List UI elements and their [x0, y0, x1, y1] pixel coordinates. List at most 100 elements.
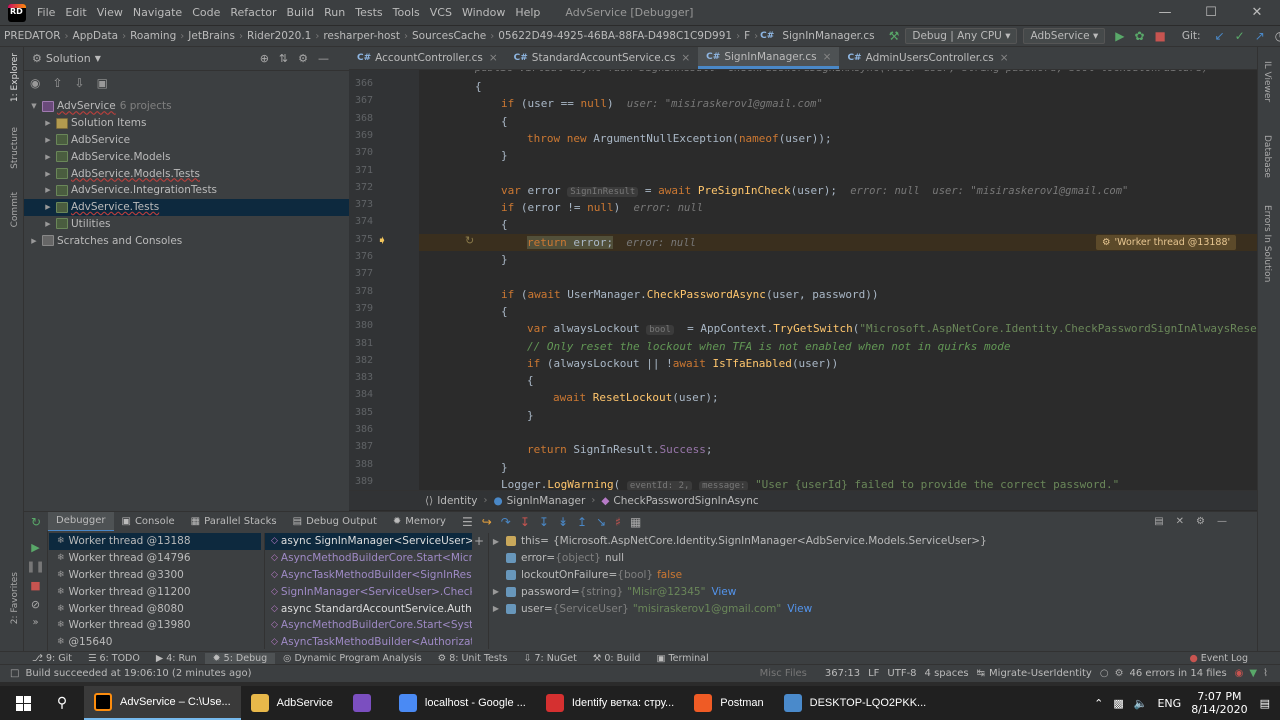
tree-item[interactable]: ▶ AdvService.Tests — [24, 198, 349, 216]
current-file-crumb[interactable]: SignInManager.cs — [778, 30, 878, 42]
search-icon[interactable]: ⚲ — [46, 695, 78, 711]
close-icon[interactable]: ✕ — [1234, 0, 1280, 25]
thread-row[interactable]: ❄ Worker thread @8080 — [49, 600, 261, 617]
notifications-icon[interactable]: ⌇ — [1263, 668, 1268, 679]
collapse-all-icon[interactable]: ⇩ — [75, 76, 97, 90]
menu-item-run[interactable]: Run — [319, 6, 350, 19]
menu-item-code[interactable]: Code — [187, 6, 225, 19]
step-into-my-code-icon[interactable]: ↡ — [558, 515, 577, 529]
variable-row[interactable]: ▶ user = {ServiceUser} "misiraskerov1@gmai… — [489, 600, 1257, 617]
thread-row[interactable]: ❄ Worker thread @13188 — [49, 533, 261, 550]
chevron-right-icon[interactable]: ▶ — [42, 186, 54, 194]
path-crumb[interactable]: 05622D49-4925-46BA-88FA-D498C1C9D991 — [494, 30, 736, 42]
menu-item-tools[interactable]: Tools — [388, 6, 425, 19]
thread-row[interactable]: ❄ Worker thread @13980 — [49, 617, 261, 634]
clock[interactable]: 7:07 PM 8/14/2020 — [1191, 690, 1247, 716]
path-crumb[interactable]: SourcesCache — [408, 30, 490, 42]
menu-item-build[interactable]: Build — [282, 6, 320, 19]
errors-count[interactable]: 46 errors in 14 files — [1130, 668, 1227, 679]
tab-errors[interactable]: Errors In Solution — [1262, 205, 1272, 282]
close-icon[interactable]: × — [681, 52, 690, 64]
editor-tab[interactable]: C# SignInManager.cs × — [698, 47, 840, 69]
rerun-icon[interactable]: ↻ — [24, 515, 48, 529]
git-commit-icon[interactable]: ✓ — [1235, 29, 1245, 43]
git-update-icon[interactable]: ↙ — [1215, 29, 1225, 43]
editor-tab[interactable]: C# AccountController.cs × — [349, 47, 506, 69]
step-out-icon[interactable]: ↥ — [577, 515, 596, 529]
expand-icon[interactable]: ▶ — [489, 604, 503, 613]
variable-row[interactable]: ▶ password = {string} "Misir@12345" View — [489, 583, 1257, 600]
path-crumb[interactable]: Rider2020.1 — [243, 30, 315, 42]
toolwin-2[interactable]: ▶ 4: Run — [148, 653, 205, 664]
menu-item-navigate[interactable]: Navigate — [128, 6, 187, 19]
line-separator[interactable]: LF — [868, 668, 879, 679]
lock-icon[interactable]: ○ — [1100, 668, 1109, 679]
menu-item-view[interactable]: View — [92, 6, 128, 19]
tree-item[interactable]: ▶ AdbService — [24, 132, 349, 149]
tab-explorer[interactable]: 1: Explorer — [10, 53, 20, 102]
run-to-cursor-icon[interactable]: ↘ — [596, 515, 615, 529]
chevron-right-icon[interactable]: ▶ — [42, 119, 54, 127]
tab-favorites[interactable]: 2: Favorites — [10, 572, 20, 624]
chevron-right-icon[interactable]: ▶ — [28, 237, 40, 245]
tree-root[interactable]: ▼ AdvService 6 projects — [24, 98, 349, 115]
step-into-icon[interactable]: ↧ — [520, 515, 539, 529]
step-over-icon[interactable]: ↷ — [501, 515, 520, 529]
event-log[interactable]: ● Event Log — [1189, 653, 1248, 664]
variable-row[interactable]: ▶ this = {Microsoft.AspNetCore.Identity.S… — [489, 533, 1257, 550]
tab-parallel-stacks[interactable]: ▦ Parallel Stacks — [183, 512, 285, 532]
more-icon[interactable]: » — [24, 617, 47, 628]
stack-frame[interactable]: ◇SignInManager<ServiceUser>.CheckPassw — [265, 583, 472, 600]
tab-structure[interactable]: Structure — [10, 127, 20, 169]
network-icon[interactable]: ▩ — [1113, 697, 1123, 710]
tab-il-viewer[interactable]: IL Viewer — [1262, 61, 1272, 102]
expand-icon[interactable]: ▶ — [489, 587, 503, 596]
tab-debug-output[interactable]: ▤ Debug Output — [285, 512, 385, 532]
stack-frame[interactable]: ◇AsyncTaskMethodBuilder<AuthorizationR — [265, 634, 472, 649]
expand-icon[interactable]: ▶ — [489, 537, 503, 546]
crumb-class[interactable]: SignInManager — [507, 495, 586, 507]
tab-memory[interactable]: ✹ Memory — [385, 512, 454, 532]
encoding[interactable]: UTF-8 — [887, 668, 916, 679]
indent[interactable]: 4 spaces — [925, 668, 969, 679]
preview-icon[interactable]: ▣ — [97, 76, 120, 90]
collapse-icon[interactable]: ⇅ — [279, 52, 298, 65]
taskbar-app[interactable]: AdvService – C:\Use... — [84, 686, 241, 720]
language-indicator[interactable]: ENG — [1157, 697, 1181, 710]
git-branch[interactable]: Migrate-UserIdentity — [989, 668, 1092, 679]
stack-frame[interactable]: ◇async SignInManager<ServiceUser>.Chec — [265, 533, 472, 550]
chevron-right-icon[interactable]: ▶ — [42, 203, 54, 211]
volume-icon[interactable]: 🔈 — [1134, 697, 1148, 710]
force-step-into-icon[interactable]: ↧ — [539, 515, 558, 529]
run-icon[interactable]: ▶ — [1115, 29, 1124, 43]
tree-item[interactable]: ▶ AdvService.IntegrationTests — [24, 182, 349, 199]
chevron-down-icon[interactable]: ▼ — [28, 102, 40, 110]
menu-icon[interactable]: ☰ — [462, 515, 482, 529]
toolwin-7[interactable]: ⚒ 0: Build — [585, 653, 649, 664]
caret-position[interactable]: 367:13 — [825, 668, 860, 679]
toolwin-4[interactable]: ◎ Dynamic Program Analysis — [275, 653, 429, 664]
taskbar-app[interactable]: Identify ветка: стру... — [536, 686, 684, 720]
status-message[interactable]: Build succeeded at 19:06:10 (2 minutes a… — [25, 668, 251, 679]
toolwin-1[interactable]: ☰ 6: TODO — [80, 653, 148, 664]
tab-console[interactable]: ▣ Console — [114, 512, 183, 532]
gear-icon[interactable]: ⚙ — [1196, 516, 1217, 527]
show-all-icon[interactable]: ◉ — [30, 76, 52, 90]
expand-icon[interactable]: ⇧ — [52, 76, 74, 90]
stack-frame[interactable]: ◇ async StandardAccountService.Authoriz — [265, 600, 472, 617]
config-dropdown[interactable]: Debug | Any CPU ▾ — [905, 28, 1018, 44]
variable-row[interactable]: error = {object} null — [489, 550, 1257, 567]
path-crumb[interactable]: Roaming — [126, 30, 180, 42]
chevron-right-icon[interactable]: ▶ — [42, 153, 54, 161]
hide-icon[interactable]: — — [1217, 516, 1239, 527]
git-push-icon[interactable]: ↗ — [1255, 29, 1265, 43]
show-exec-point-icon[interactable]: ↪ — [482, 515, 501, 529]
toolwin-5[interactable]: ⚙ 8: Unit Tests — [430, 653, 516, 664]
chevron-right-icon[interactable]: ▶ — [42, 136, 54, 144]
history-icon[interactable]: ◷ — [1275, 29, 1280, 43]
hide-icon[interactable]: — — [318, 52, 339, 65]
resume-icon[interactable]: ▶ — [24, 541, 47, 554]
crumb-method[interactable]: CheckPasswordSignInAsync — [613, 495, 758, 507]
resharper-icon[interactable]: ▼ — [1249, 668, 1257, 679]
grid-icon[interactable]: ▦ — [630, 515, 650, 529]
